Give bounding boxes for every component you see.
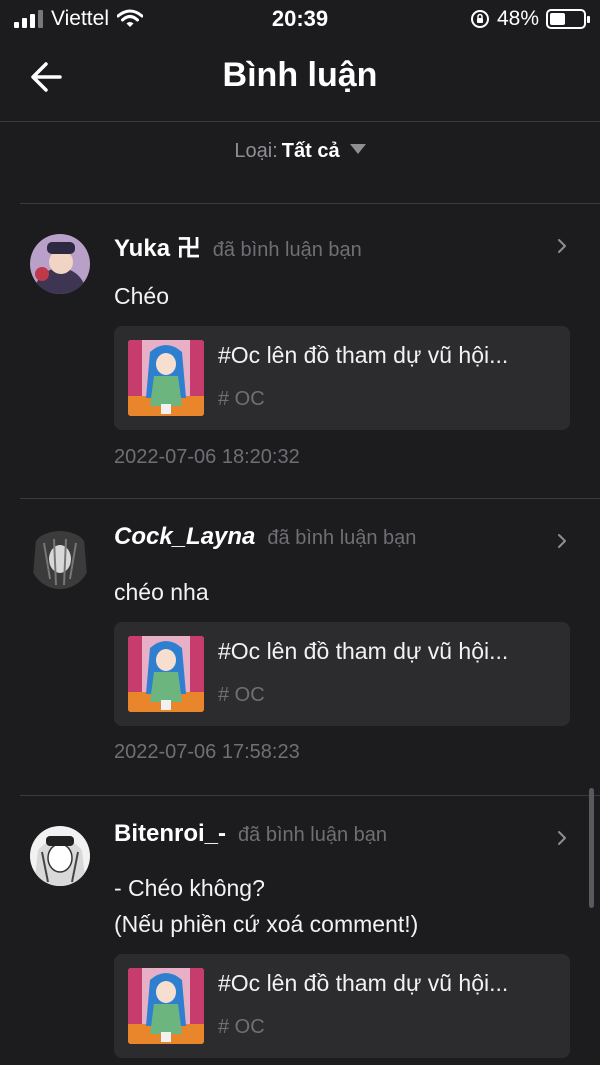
battery-percent: 48% [496, 7, 539, 30]
battery-icon [546, 9, 590, 29]
username-text: Yuka 卍 [114, 235, 201, 262]
username-text: Bitenroi_- [114, 820, 227, 847]
status-right: 48% [470, 7, 590, 31]
avatar[interactable] [30, 529, 90, 589]
chevron-right-icon [558, 831, 566, 845]
post-card[interactable]: #Oc lên đồ tham dự vũ hội... # OC [114, 622, 570, 726]
filter-dropdown[interactable]: Loại: Tất cả [0, 140, 600, 163]
post-tag: # OC [218, 388, 265, 410]
arrow-left-icon [31, 62, 62, 92]
comment-text: Chéo [114, 283, 169, 309]
comment-username[interactable]: Bitenroi_- đã bình luận bạn [114, 820, 387, 848]
back-button[interactable] [24, 54, 70, 100]
comment-text: - Chéo không? (Nếu phiền cứ xoá comment!… [114, 875, 419, 937]
orientation-lock-icon [470, 10, 489, 28]
post-card[interactable]: #Oc lên đồ tham dự vũ hội... # OC [114, 326, 570, 430]
comment-text: chéo nha [114, 579, 209, 605]
comment-username[interactable]: Cock_Layna đã bình luận bạn [114, 523, 416, 551]
post-title: #Oc lên đồ tham dự vũ hội... [218, 638, 509, 664]
comment-action: đã bình luận bạn [238, 824, 388, 846]
avatar[interactable] [30, 826, 90, 886]
avatar[interactable] [30, 234, 90, 294]
status-bar: Viettel 20:39 48% [0, 0, 600, 40]
chevron-right-icon [558, 534, 566, 548]
comment-username[interactable]: Yuka 卍 đã bình luận bạn [114, 228, 362, 263]
comment-action: đã bình luận bạn [267, 527, 417, 549]
comment-timestamp: 2022-07-06 18:20:32 [114, 446, 300, 468]
caret-down-icon [349, 144, 366, 154]
post-tag: # OC [218, 1016, 265, 1038]
post-title: #Oc lên đồ tham dự vũ hội... [218, 970, 509, 996]
filter-label: Loại: [234, 140, 278, 162]
chevron-right-icon [558, 239, 566, 253]
post-thumbnail [128, 636, 204, 712]
scrollbar[interactable] [589, 788, 594, 908]
post-tag: # OC [218, 684, 265, 706]
post-title: #Oc lên đồ tham dự vũ hội... [218, 342, 509, 368]
post-thumbnail [128, 968, 204, 1044]
post-card[interactable]: #Oc lên đồ tham dự vũ hội... # OC [114, 954, 570, 1058]
navigation-bar: Bình luận [0, 40, 600, 122]
comment-item[interactable]: Yuka 卍 đã bình luận bạn Chéo #Oc lên đồ t… [0, 204, 600, 498]
page-title: Bình luận [222, 56, 378, 94]
battery-level [550, 13, 566, 25]
comment-item[interactable]: Cock_Layna đã bình luận bạn chéo nha #Oc … [0, 499, 600, 795]
comment-timestamp: 2022-07-06 17:58:23 [114, 741, 300, 763]
comment-item[interactable]: Bitenroi_- đã bình luận bạn - Chéo không?… [0, 796, 600, 1065]
comment-action: đã bình luận bạn [212, 239, 362, 261]
filter-value: Tất cả [281, 140, 340, 162]
post-thumbnail [128, 340, 204, 416]
username-text: Cock_Layna [114, 523, 256, 550]
